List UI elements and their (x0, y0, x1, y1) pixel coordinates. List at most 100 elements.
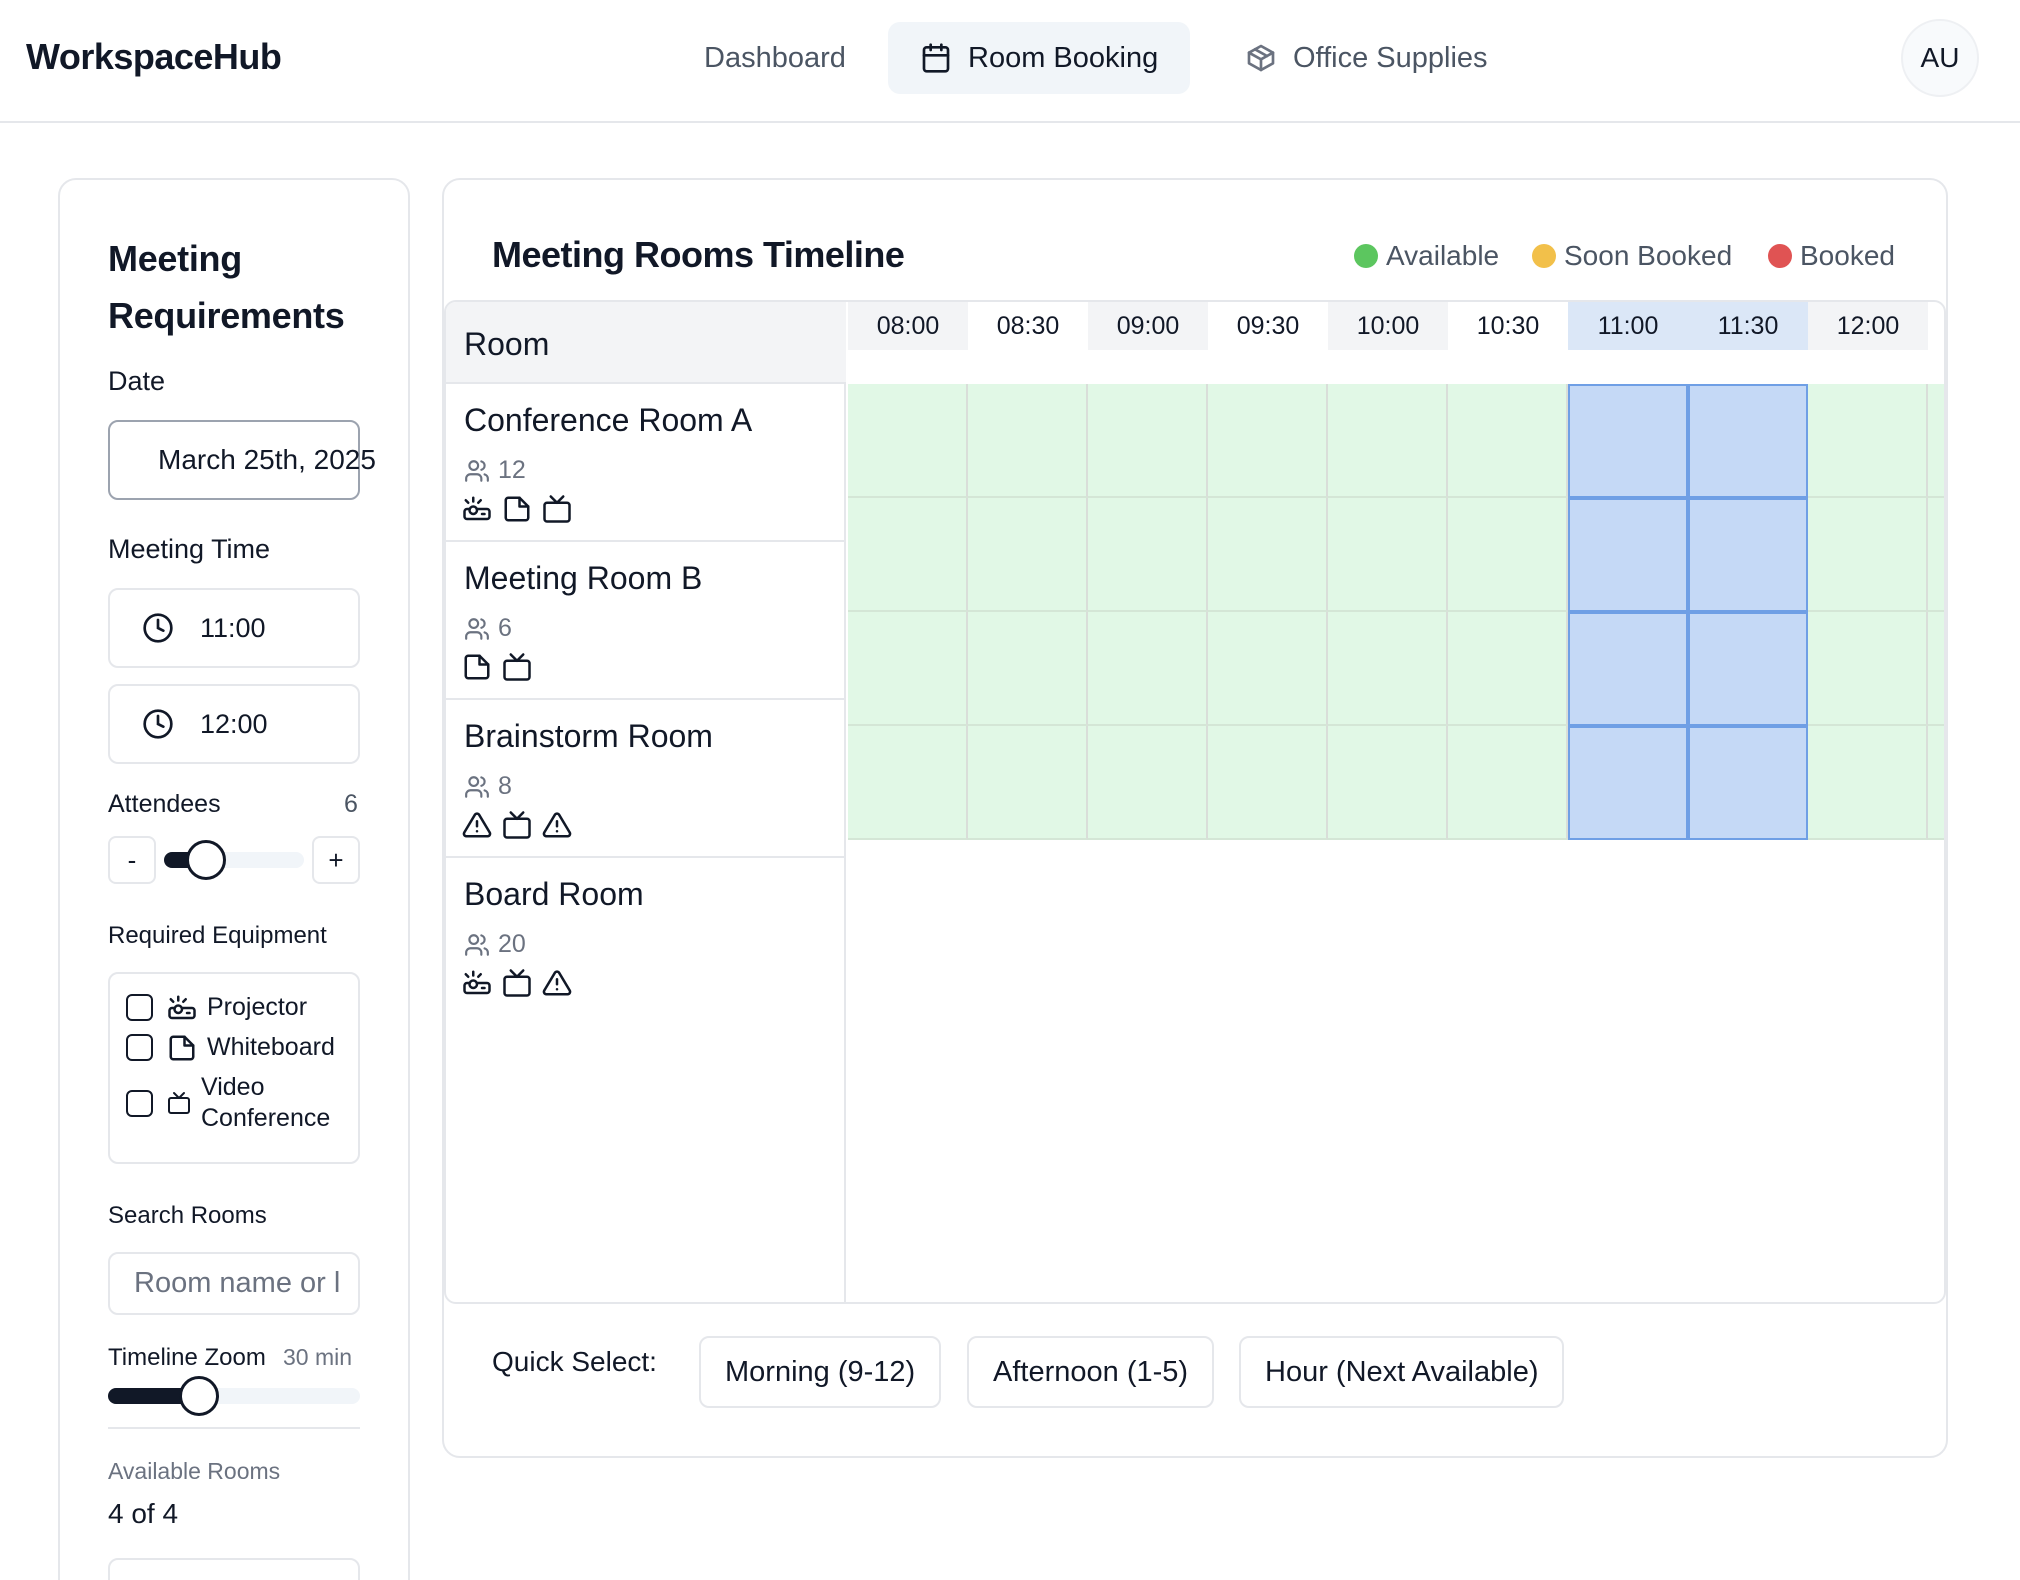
panel-divider (108, 1427, 360, 1429)
time-slot-cell[interactable] (1088, 384, 1208, 498)
time-slot-cell[interactable] (1688, 498, 1808, 612)
users-icon (465, 617, 489, 640)
time-slot-header: 11:00 (1568, 302, 1688, 350)
time-slot-cell[interactable] (1088, 498, 1208, 612)
time-slot-cell[interactable] (1088, 612, 1208, 726)
timeline-grid: Room Conference Room A 12 Meeting Room B… (444, 300, 1946, 1304)
time-slot-cell[interactable] (848, 612, 968, 726)
panel-action-button[interactable] (108, 1558, 360, 1580)
users-icon (465, 775, 489, 798)
equipment-option-video-conference[interactable]: Video Conference (126, 1072, 341, 1134)
time-slot-header: 08:30 (968, 302, 1088, 350)
quick-select-hour-button[interactable]: Hour (Next Available) (1239, 1336, 1565, 1408)
time-slot-cell[interactable] (968, 726, 1088, 840)
time-slot-cell[interactable] (1688, 726, 1808, 840)
nav-dashboard[interactable]: Dashboard (672, 22, 878, 94)
time-slot-cell[interactable] (968, 498, 1088, 612)
time-slot-cell[interactable] (1568, 726, 1688, 840)
equipment-list: Projector Whiteboard Video Conference (108, 972, 360, 1164)
user-avatar[interactable]: AU (1901, 19, 1979, 97)
brand-logo[interactable]: WorkspaceHub (26, 36, 282, 78)
video-conference-checkbox[interactable] (126, 1089, 153, 1117)
time-slot-cell[interactable] (1928, 498, 1944, 612)
time-slot-cell[interactable] (1928, 726, 1944, 840)
time-slot-cell[interactable] (1328, 384, 1448, 498)
time-slot-header: 12:00 (1808, 302, 1928, 350)
time-slot-cell[interactable] (1208, 384, 1328, 498)
attendees-slider[interactable] (164, 852, 304, 868)
attendees-increment-button[interactable]: + (312, 836, 360, 884)
time-slot-cell[interactable] (968, 384, 1088, 498)
time-slot-cell[interactable] (1568, 384, 1688, 498)
room-name: Conference Room A (464, 402, 753, 438)
time-slot-cell[interactable] (968, 612, 1088, 726)
time-slot-header: 10:30 (1448, 302, 1568, 350)
time-slot-cell[interactable] (1568, 498, 1688, 612)
projector-icon (463, 970, 491, 995)
time-slot-cell[interactable] (1688, 384, 1808, 498)
room-row-brainstorm[interactable]: Brainstorm Room 8 (446, 700, 846, 858)
time-slot-cell[interactable] (848, 498, 968, 612)
room-search-input[interactable] (108, 1252, 360, 1315)
package-icon (1247, 44, 1275, 72)
time-slot-cell[interactable] (1808, 384, 1928, 498)
time-slot-cell[interactable] (1808, 612, 1928, 726)
whiteboard-icon (169, 1035, 195, 1060)
start-time-value: 11:00 (200, 612, 266, 643)
time-slot-cell[interactable] (1088, 726, 1208, 840)
time-slot-cell[interactable] (1208, 726, 1328, 840)
equipment-option-whiteboard[interactable]: Whiteboard (126, 1032, 335, 1063)
equipment-option-projector[interactable]: Projector (126, 992, 307, 1023)
time-slot-cell[interactable] (1328, 726, 1448, 840)
time-slot-cell[interactable] (1928, 384, 1944, 498)
time-slot-cell[interactable] (1688, 612, 1808, 726)
attendees-slider-thumb[interactable] (186, 840, 226, 880)
time-slot-cell[interactable] (1568, 612, 1688, 726)
time-slot-cell[interactable] (1448, 726, 1568, 840)
legend-booked-label: Booked (1800, 240, 1895, 271)
video-icon (543, 495, 571, 523)
end-time-field[interactable]: 12:00 (108, 684, 360, 764)
room-name: Meeting Room B (464, 560, 703, 596)
quick-select-afternoon-button[interactable]: Afternoon (1-5) (967, 1336, 1215, 1408)
timeline-title: Meeting Rooms Timeline (492, 234, 905, 275)
quick-select-morning-button[interactable]: Morning (9-12) (699, 1336, 942, 1408)
room-capacity: 8 (464, 772, 512, 801)
time-slot-cell[interactable] (1808, 498, 1928, 612)
time-slot-cell[interactable] (848, 384, 968, 498)
room-row-conference-a[interactable]: Conference Room A 12 (446, 384, 846, 542)
room-row-board[interactable]: Board Room 20 (446, 858, 846, 1016)
time-slot-cell[interactable] (1808, 726, 1928, 840)
time-slot-cell[interactable] (1448, 384, 1568, 498)
time-slot-cell[interactable] (1448, 612, 1568, 726)
time-slot-cell[interactable] (1208, 612, 1328, 726)
attendees-decrement-button[interactable]: - (108, 836, 156, 884)
time-slot-cell[interactable] (1448, 498, 1568, 612)
time-slot-header: 09:00 (1088, 302, 1208, 350)
time-slot-header: 11:30 (1688, 302, 1808, 350)
meeting-time-label: Meeting Time (108, 534, 271, 564)
room-capacity-value: 12 (498, 456, 526, 484)
whiteboard-checkbox[interactable] (126, 1034, 153, 1061)
projector-checkbox[interactable] (126, 994, 153, 1021)
time-slot-cell[interactable] (848, 726, 968, 840)
room-equipment (462, 810, 572, 840)
room-column-header: Room (446, 302, 846, 384)
video-icon (168, 1092, 190, 1114)
room-capacity-value: 8 (498, 772, 512, 800)
timeline-zoom-slider-thumb[interactable] (179, 1376, 219, 1416)
timeline-zoom-slider[interactable] (108, 1388, 360, 1404)
video-icon (503, 811, 531, 839)
attendees-label: Attendees (108, 790, 221, 818)
time-slot-cell[interactable] (1928, 612, 1944, 726)
room-row-meeting-b[interactable]: Meeting Room B 6 (446, 542, 846, 700)
requirements-title: Meeting Requirements (108, 238, 345, 336)
time-slot-cell[interactable] (1208, 498, 1328, 612)
time-slot-cell[interactable] (1328, 498, 1448, 612)
time-slot-cell[interactable] (1328, 612, 1448, 726)
start-time-field[interactable]: 11:00 (108, 588, 360, 668)
nav-office-supplies[interactable]: Office Supplies (1213, 22, 1520, 94)
nav-room-booking[interactable]: Room Booking (888, 22, 1191, 94)
room-column: Room Conference Room A 12 Meeting Room B… (446, 302, 846, 1302)
date-picker[interactable]: March 25th, 2025 (108, 420, 376, 500)
